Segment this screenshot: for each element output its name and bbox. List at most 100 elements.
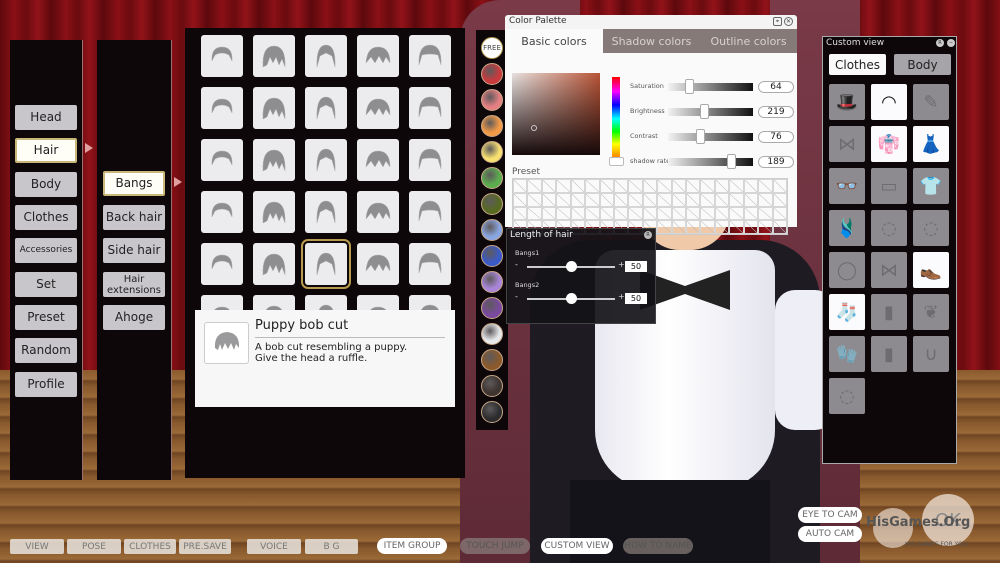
custom-view-item-toggle[interactable]: ◠ — [871, 84, 907, 120]
color-swatch[interactable] — [481, 349, 503, 371]
hair-style-tile[interactable] — [305, 87, 347, 129]
color-swatch[interactable] — [481, 271, 503, 293]
color-swatch[interactable] — [481, 89, 503, 111]
tab-shadow-colors[interactable]: Shadow colors — [603, 29, 700, 53]
color-swatch[interactable] — [481, 115, 503, 137]
custom-view-item-toggle[interactable]: ⋈ — [871, 252, 907, 288]
menu-body-button[interactable]: Body — [15, 172, 77, 197]
hair-style-tile[interactable] — [305, 139, 347, 181]
custom-view-item-toggle[interactable]: ∪ — [913, 336, 949, 372]
preset-color-slot[interactable] — [671, 192, 687, 207]
custom-view-button[interactable]: CUSTOM VIEW — [541, 538, 613, 554]
tab-body[interactable]: Body — [894, 54, 951, 75]
preset-color-slot[interactable] — [642, 206, 658, 221]
preset-color-slot[interactable] — [513, 192, 528, 207]
shadow-rate-value-field[interactable]: 189 — [758, 156, 794, 168]
hair-style-tile[interactable] — [357, 35, 399, 77]
preset-color-slot[interactable] — [527, 192, 542, 207]
pose-button[interactable]: POSE — [67, 539, 121, 554]
slider-handle[interactable] — [685, 79, 695, 94]
slider-handle[interactable] — [726, 154, 736, 169]
close-icon[interactable]: ✕ — [784, 17, 793, 26]
preset-color-slot[interactable] — [714, 179, 730, 193]
preset-color-slot[interactable] — [686, 179, 701, 193]
hair-style-tile[interactable] — [305, 191, 347, 233]
color-swatch[interactable] — [481, 245, 503, 267]
bangs1-value-field[interactable]: 50 — [625, 261, 647, 272]
custom-view-item-toggle[interactable]: 🩱 — [829, 210, 865, 246]
color-swatch[interactable] — [481, 401, 503, 423]
preset-color-slot[interactable] — [729, 179, 744, 193]
shadow-rate-slider[interactable] — [668, 154, 753, 169]
hair-style-tile[interactable] — [253, 87, 295, 129]
preset-color-slot[interactable] — [613, 206, 629, 221]
brightness-slider[interactable] — [668, 104, 753, 119]
preset-color-slot[interactable] — [556, 179, 571, 193]
hair-style-tile[interactable] — [305, 35, 347, 77]
preset-color-slot[interactable] — [613, 192, 629, 207]
free-color-swatch[interactable]: FREE — [481, 37, 503, 59]
custom-view-item-toggle[interactable]: ◌ — [829, 378, 865, 414]
bangs1-length-slider[interactable] — [527, 261, 615, 272]
preset-color-slot[interactable] — [700, 192, 715, 207]
preset-color-slot[interactable] — [700, 179, 715, 193]
preset-color-slot[interactable] — [599, 179, 614, 193]
custom-view-item-toggle[interactable]: 🧤 — [829, 336, 865, 372]
preset-color-slot[interactable] — [556, 192, 571, 207]
hair-style-tile[interactable] — [409, 87, 451, 129]
decrease-button[interactable]: - — [515, 260, 518, 269]
menu-profile-button[interactable]: Profile — [15, 372, 77, 397]
hair-style-tile[interactable] — [301, 239, 351, 289]
hair-style-tile[interactable] — [357, 243, 399, 285]
custom-view-item-toggle[interactable]: ✎ — [913, 84, 949, 120]
menu-set-button[interactable]: Set — [15, 272, 77, 297]
preset-color-slot[interactable] — [671, 179, 687, 193]
pre-save-button[interactable]: PRE.SAVE — [179, 539, 231, 554]
eye-to-cam-button[interactable]: EYE TO CAM — [798, 507, 862, 523]
how-to-name-button[interactable]: HOW TO NAME — [623, 538, 693, 554]
preset-color-slot[interactable] — [671, 206, 687, 221]
color-swatch[interactable] — [481, 375, 503, 397]
saturation-value-field[interactable]: 64 — [758, 81, 794, 93]
preset-color-slot[interactable] — [599, 206, 614, 221]
custom-view-item-toggle[interactable]: ▭ — [871, 168, 907, 204]
saturation-value-picker[interactable] — [512, 73, 600, 155]
slider-handle[interactable] — [696, 129, 706, 144]
custom-view-item-toggle[interactable]: ▮ — [871, 294, 907, 330]
preset-color-slot[interactable] — [714, 192, 730, 207]
custom-view-item-toggle[interactable]: 👕 — [913, 168, 949, 204]
saturation-slider[interactable] — [668, 79, 753, 94]
hair-style-tile[interactable] — [253, 243, 295, 285]
preset-color-slot[interactable] — [758, 179, 773, 193]
preset-color-slot[interactable] — [541, 192, 557, 207]
preset-color-slot[interactable] — [657, 179, 672, 193]
preset-color-slot[interactable] — [729, 192, 744, 207]
preset-color-slot[interactable] — [570, 206, 586, 221]
hair-style-tile[interactable] — [357, 87, 399, 129]
touch-jump-button[interactable]: TOUCH JUMP — [460, 538, 530, 554]
auto-cam-button[interactable]: AUTO CAM — [798, 526, 862, 542]
preset-color-slot[interactable] — [758, 220, 773, 234]
preset-color-slot[interactable] — [772, 206, 787, 221]
preset-color-slot[interactable] — [743, 220, 759, 234]
preset-color-slot[interactable] — [628, 179, 643, 193]
preset-color-slot[interactable] — [700, 220, 715, 234]
preset-color-slot[interactable] — [541, 206, 557, 221]
clothes-button[interactable]: CLOTHES — [124, 539, 176, 554]
bangs2-length-slider[interactable] — [527, 293, 615, 304]
preset-color-slot[interactable] — [686, 220, 701, 234]
color-swatch[interactable] — [481, 193, 503, 215]
tab-basic-colors[interactable]: Basic colors — [505, 29, 603, 53]
hair-style-tile[interactable] — [409, 35, 451, 77]
submenu-back-hair-button[interactable]: Back hair — [103, 205, 165, 230]
custom-view-item-toggle[interactable]: 🎩 — [829, 84, 865, 120]
custom-view-item-toggle[interactable]: 👘 — [871, 126, 907, 162]
custom-view-item-toggle[interactable]: ◯ — [829, 252, 865, 288]
preset-color-slot[interactable] — [772, 220, 787, 234]
preset-color-slot[interactable] — [743, 192, 759, 207]
item-group-button[interactable]: ITEM GROUP — [377, 538, 447, 554]
preset-color-slot[interactable] — [743, 179, 759, 193]
preset-color-slot[interactable] — [556, 206, 571, 221]
preset-color-slot[interactable] — [729, 206, 744, 221]
preset-color-slot[interactable] — [729, 220, 744, 234]
